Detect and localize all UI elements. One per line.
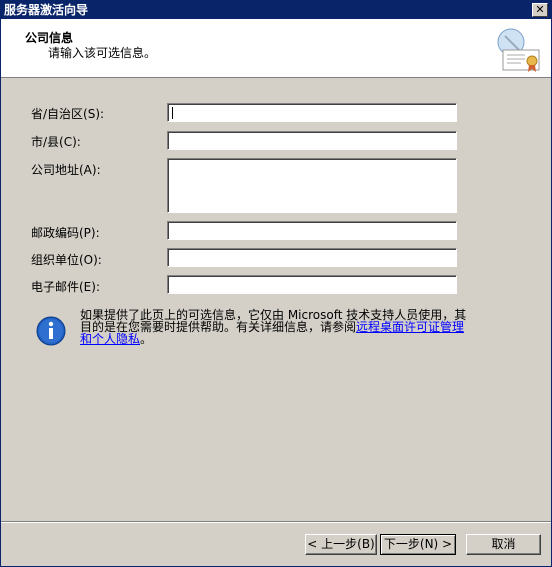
certificate-icon [497, 28, 540, 72]
org-input[interactable] [167, 248, 457, 267]
window-title: 服务器激活向导 [4, 3, 89, 17]
city-input[interactable] [167, 131, 457, 150]
info-icon [36, 316, 66, 346]
email-input[interactable] [167, 275, 457, 294]
wizard-header: 公司信息 请输入该可选信息。 [1, 19, 551, 78]
wizard-window: 服务器激活向导 ✕ 公司信息 请输入该可选信息。 省/自治区(S): 市/县(C… [0, 0, 552, 567]
cancel-button[interactable]: 取消 [466, 534, 541, 555]
close-button[interactable]: ✕ [532, 3, 548, 17]
city-label: 市/县(C): [31, 135, 81, 149]
postal-label: 邮政编码(P): [31, 226, 100, 240]
address-label: 公司地址(A): [31, 163, 101, 177]
org-label: 组织单位(O): [31, 253, 102, 267]
province-input[interactable] [167, 103, 457, 122]
postal-input[interactable] [167, 221, 457, 240]
text-caret [172, 107, 173, 119]
wizard-body: 省/自治区(S): 市/县(C): 公司地址(A): 邮政编码(P): 组织单位… [1, 79, 551, 521]
info-text: 如果提供了此页上的可选信息，它仅由 Microsoft 技术支持人员使用，其目的… [80, 309, 475, 345]
title-bar[interactable]: 服务器激活向导 ✕ [1, 1, 551, 19]
footer-separator [1, 521, 551, 523]
page-subtitle: 请输入该可选信息。 [48, 46, 157, 60]
back-button[interactable]: < 上一步(B) [305, 534, 377, 555]
address-textarea[interactable] [167, 158, 457, 213]
email-label: 电子邮件(E): [31, 280, 100, 294]
next-button[interactable]: 下一步(N) > [380, 534, 456, 555]
info-text-end: 。 [140, 332, 153, 346]
province-label: 省/自治区(S): [31, 107, 105, 121]
